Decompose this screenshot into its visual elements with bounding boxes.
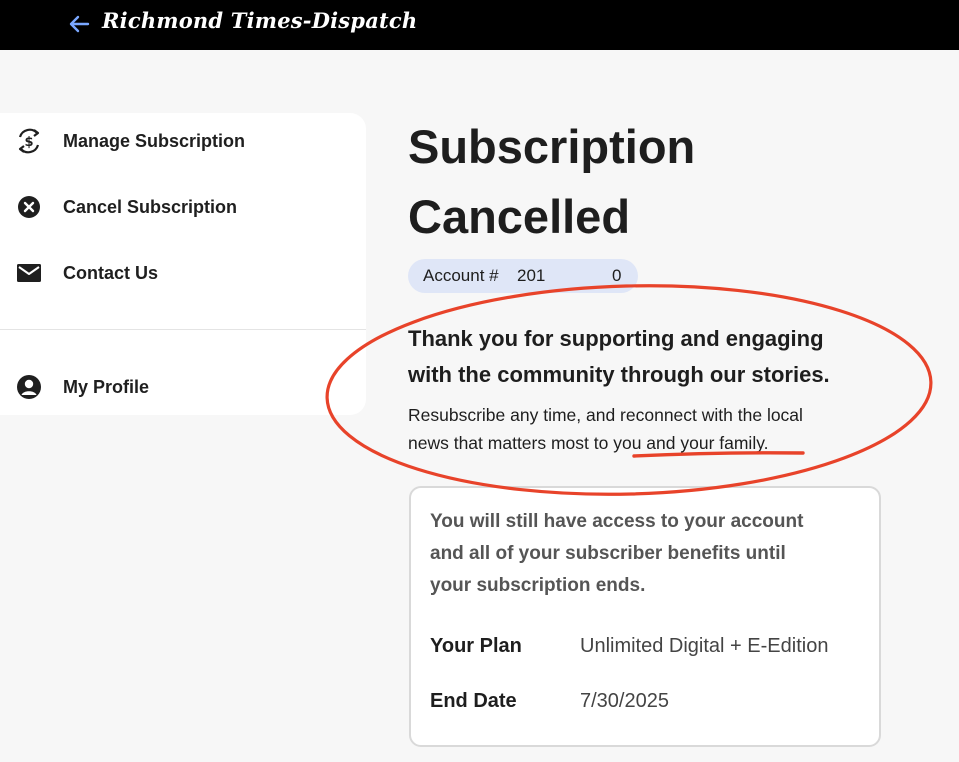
x-circle-icon xyxy=(15,193,43,221)
site-logo[interactable]: Richmond Times-Dispatch xyxy=(102,8,417,33)
access-note-line: You will still have access to your accou… xyxy=(430,511,804,532)
resubscribe-line: Resubscribe any time, and reconnect with… xyxy=(408,405,803,425)
sidebar-item-my-profile[interactable]: My Profile xyxy=(0,364,366,410)
sidebar-item-label: Manage Subscription xyxy=(63,130,246,151)
top-bar: Richmond Times-Dispatch xyxy=(0,0,959,50)
end-date-label: End Date xyxy=(430,690,517,712)
thank-you-line: with the community through our stories. xyxy=(408,362,830,387)
svg-text:$: $ xyxy=(24,135,33,150)
page-title-line: Cancelled xyxy=(408,190,631,243)
account-number: 201 xyxy=(517,266,546,285)
page-title-line: Subscription xyxy=(408,120,696,173)
account-number-tail: 0 xyxy=(612,266,622,285)
plan-label: Your Plan xyxy=(430,635,522,657)
sidebar-item-cancel-subscription[interactable]: Cancel Subscription xyxy=(0,184,366,230)
access-note: You will still have access to your accou… xyxy=(430,506,870,602)
resubscribe-line: news that matters most to xyxy=(408,433,614,453)
sidebar-item-label: My Profile xyxy=(63,376,150,397)
resubscribe-message: Resubscribe any time, and reconnect with… xyxy=(408,401,888,457)
access-note-line: your subscription ends. xyxy=(430,575,646,596)
page-title: Subscription Cancelled xyxy=(408,112,828,252)
subscription-info-card: You will still have access to your accou… xyxy=(409,486,881,747)
plan-value: Unlimited Digital + E-Edition xyxy=(580,635,829,657)
sidebar: $ Manage Subscription Cancel Subscriptio… xyxy=(0,113,366,415)
sidebar-item-label: Contact Us xyxy=(63,262,159,283)
thank-you-line: Thank you for supporting and engaging xyxy=(408,326,824,351)
sidebar-item-manage-subscription[interactable]: $ Manage Subscription xyxy=(0,118,366,164)
arrow-left-icon xyxy=(69,15,90,33)
family-highlight-text: you and your family xyxy=(613,433,764,453)
envelope-icon xyxy=(15,259,43,287)
dollar-cycle-icon: $ xyxy=(15,127,43,155)
end-date-value: 7/30/2025 xyxy=(580,690,669,712)
sidebar-divider xyxy=(0,329,366,330)
back-button[interactable] xyxy=(66,11,92,37)
sidebar-item-contact-us[interactable]: Contact Us xyxy=(0,250,366,296)
user-circle-icon xyxy=(15,373,43,401)
sidebar-item-label: Cancel Subscription xyxy=(63,196,238,217)
account-prefix: Account # xyxy=(423,266,499,285)
thank-you-message: Thank you for supporting and engaging wi… xyxy=(408,321,908,393)
resubscribe-line-end: . xyxy=(763,433,769,453)
access-note-line: and all of your subscriber benefits unti… xyxy=(430,543,786,564)
account-number-badge: Account # 201 0 xyxy=(408,259,638,293)
